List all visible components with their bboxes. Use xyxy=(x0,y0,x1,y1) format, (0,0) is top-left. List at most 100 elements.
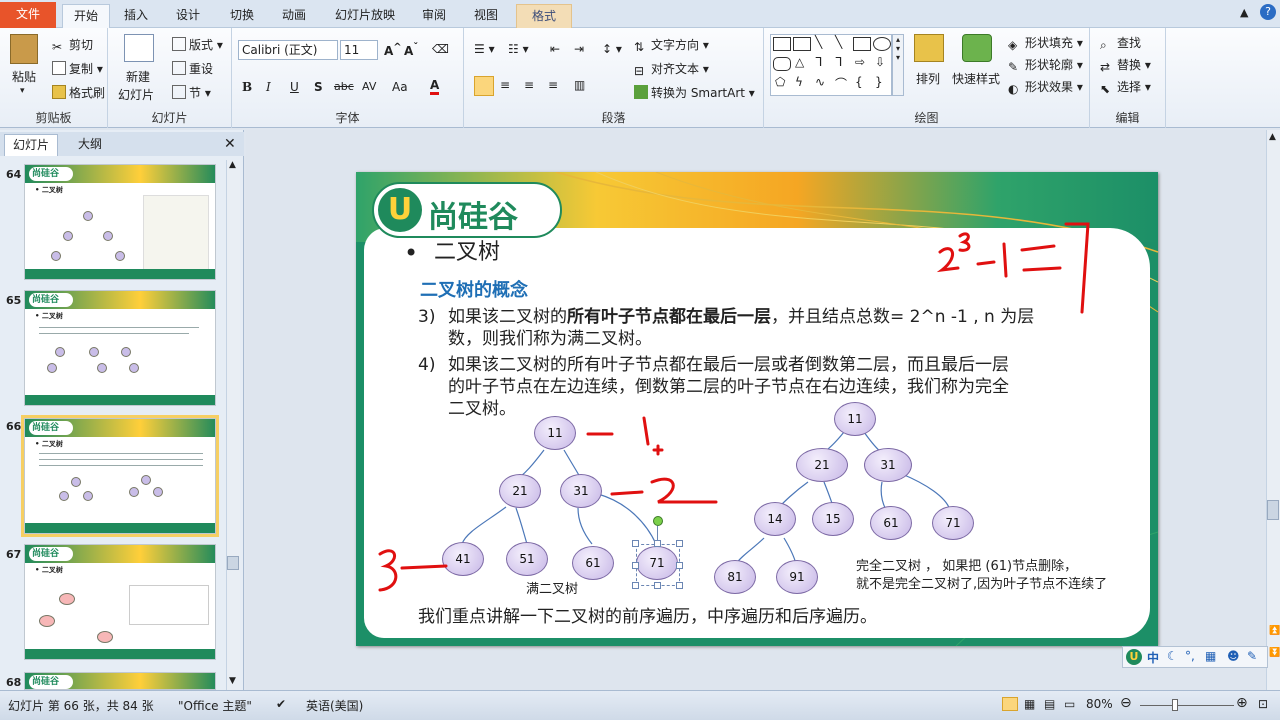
zoom-level[interactable]: 80% xyxy=(1086,697,1113,711)
bold-button[interactable]: B xyxy=(242,80,252,94)
prev-slide-icon[interactable]: ⏫ xyxy=(1269,626,1280,636)
rounded-rect-shape-icon[interactable] xyxy=(773,57,791,71)
slide-thumbnail-68[interactable]: 尚硅谷 xyxy=(24,672,216,690)
char-spacing-button[interactable]: AV xyxy=(362,80,376,93)
zoom-slider-track[interactable] xyxy=(1140,705,1234,706)
zoom-in-icon[interactable]: ⊕ xyxy=(1236,695,1248,711)
oval-shape-icon[interactable] xyxy=(873,37,891,51)
editor-vertical-scrollbar[interactable]: ▲ ⏫ ⏬ xyxy=(1266,130,1280,690)
language-indicator[interactable]: 英语(美国) xyxy=(306,697,363,714)
paste-button[interactable]: 粘贴 xyxy=(12,68,36,85)
shrink-font-icon[interactable]: Aˇ xyxy=(404,42,418,58)
tab-file[interactable]: 文件 xyxy=(0,2,56,28)
grow-font-icon[interactable]: A^ xyxy=(384,42,402,58)
tab-format[interactable]: 格式 xyxy=(516,4,572,28)
arrange-button[interactable]: 排列 xyxy=(916,70,940,87)
paste-dropdown-icon[interactable]: ▾ xyxy=(20,86,25,96)
moon-icon[interactable]: ☾ xyxy=(1167,649,1178,663)
slide-sorter-icon[interactable]: ▦ xyxy=(1024,697,1035,711)
scroll-thumb[interactable] xyxy=(1267,500,1279,520)
font-name-combo[interactable]: Calibri (正文) xyxy=(238,40,338,60)
find-button[interactable]: ⌕ 查找 xyxy=(1100,34,1141,52)
shapes-gallery-scroll[interactable]: ▴ ▾ ▾ xyxy=(892,34,904,96)
scroll-down-icon[interactable]: ▼ xyxy=(229,676,236,686)
ime-toolbar[interactable]: U 中 ☾ °, ▦ ☻ ✎ xyxy=(1122,646,1268,668)
fit-to-window-icon[interactable]: ⊡ xyxy=(1258,697,1268,711)
elbow-connector-icon[interactable]: ᒣ xyxy=(815,55,822,69)
down-arrow-shape-icon[interactable]: ⇩ xyxy=(875,55,885,69)
scroll-up-icon[interactable]: ▲ xyxy=(229,160,236,170)
spellcheck-icon[interactable]: ✔ xyxy=(276,697,286,711)
new-slide-label-2[interactable]: 幻灯片 xyxy=(118,86,154,103)
punctuation-icon[interactable]: °, xyxy=(1185,649,1195,663)
scroll-up-icon[interactable]: ▲ xyxy=(1269,132,1276,142)
justify-icon[interactable]: ≡ xyxy=(548,78,558,92)
scroll-thumb[interactable] xyxy=(227,556,239,570)
copy-button[interactable]: 复制 ▾ xyxy=(52,60,103,77)
underline-button[interactable]: U xyxy=(290,80,299,94)
tab-design[interactable]: 设计 xyxy=(166,4,210,28)
align-center-icon[interactable]: ≡ xyxy=(500,78,510,92)
font-color-button[interactable]: A xyxy=(430,78,440,95)
quick-styles-button[interactable]: 快速样式 xyxy=(952,70,1000,87)
change-case-button[interactable]: Aa xyxy=(392,80,408,94)
columns-icon[interactable]: ▥ xyxy=(574,78,585,92)
italic-button[interactable]: I xyxy=(266,80,271,94)
help-icon[interactable]: ? xyxy=(1260,4,1276,20)
align-left-icon[interactable] xyxy=(474,76,494,96)
line-spacing-icon[interactable]: ↕ ▾ xyxy=(602,42,622,56)
wrench-icon[interactable]: ✎ xyxy=(1247,649,1257,663)
select-button[interactable]: ⬉ 选择 ▾ xyxy=(1100,78,1151,96)
shapes-gallery[interactable]: ╲ ╲ △ ᒣ ᒣ ⇨ ⇩ ⬠ ϟ ∿ ⌒ { } xyxy=(770,34,892,96)
close-pane-icon[interactable]: ✕ xyxy=(224,136,236,152)
zoom-out-icon[interactable]: ⊖ xyxy=(1120,695,1132,711)
slide-canvas[interactable]: U 尚硅谷 • 二叉树 二叉树的概念 3) 如果该二叉树的所有叶子节点都在最后一… xyxy=(356,172,1158,646)
section-button[interactable]: 节 ▾ xyxy=(172,84,211,101)
increase-indent-icon[interactable]: ⇥ xyxy=(574,42,584,56)
tab-view[interactable]: 视图 xyxy=(464,4,508,28)
user-icon[interactable]: ☻ xyxy=(1227,649,1240,663)
minimize-ribbon-icon[interactable]: ▲ xyxy=(1240,6,1248,19)
slideshow-view-icon[interactable]: ▭ xyxy=(1064,697,1075,711)
slide-thumbnail-64[interactable]: 尚硅谷 • 二叉树 xyxy=(24,164,216,280)
strikethrough-button[interactable]: abc xyxy=(334,80,354,93)
pentagon-shape-icon[interactable]: ⬠ xyxy=(775,75,785,89)
new-slide-icon[interactable] xyxy=(124,34,154,62)
tab-transitions[interactable]: 切换 xyxy=(220,4,264,28)
new-slide-label-1[interactable]: 新建 xyxy=(126,68,150,85)
arrange-icon[interactable] xyxy=(914,34,944,62)
theme-name[interactable]: "Office 主题" xyxy=(178,697,252,714)
align-right-icon[interactable]: ≡ xyxy=(524,78,534,92)
tab-insert[interactable]: 插入 xyxy=(114,4,158,28)
slide-thumbnail-66[interactable]: 尚硅谷 • 二叉树 xyxy=(21,415,219,537)
arc-shape-icon[interactable]: ⌒ xyxy=(835,75,847,92)
ime-mode[interactable]: 中 xyxy=(1147,649,1159,666)
slides-pane-scrollbar[interactable]: ▲ ▼ xyxy=(226,160,240,690)
right-arrow-shape-icon[interactable]: ⇨ xyxy=(855,55,865,69)
elbow-arrow-icon[interactable]: ᒣ xyxy=(835,55,842,69)
tab-outline-pane[interactable]: 大纲 xyxy=(70,134,110,156)
line-shape-icon[interactable]: ╲ xyxy=(815,35,822,49)
decrease-indent-icon[interactable]: ⇤ xyxy=(550,42,560,56)
numbering-icon[interactable]: ☷ ▾ xyxy=(508,42,529,56)
tab-home[interactable]: 开始 xyxy=(62,4,110,28)
brace-left-shape-icon[interactable]: { xyxy=(855,75,863,89)
reset-button[interactable]: 重设 xyxy=(172,60,213,77)
vertical-textbox-shape-icon[interactable] xyxy=(793,37,811,51)
slide-thumbnail-67[interactable]: 尚硅谷 • 二叉树 xyxy=(24,544,216,660)
textbox-shape-icon[interactable] xyxy=(773,37,791,51)
tab-slides-pane[interactable]: 幻灯片 xyxy=(4,134,59,156)
keyboard-icon[interactable]: ▦ xyxy=(1205,649,1216,663)
clear-format-icon[interactable]: ⌫ xyxy=(432,42,449,56)
smartart-button[interactable]: 转换为 SmartArt ▾ xyxy=(634,84,755,101)
paste-icon[interactable] xyxy=(10,34,38,64)
zoom-slider-thumb[interactable] xyxy=(1172,699,1178,711)
slide-thumbnail-65[interactable]: 尚硅谷 • 二叉树 xyxy=(24,290,216,406)
replace-button[interactable]: ⇄ 替换 ▾ xyxy=(1100,56,1151,74)
shape-fill-button[interactable]: ◈ 形状填充 ▾ xyxy=(1008,34,1083,52)
tab-review[interactable]: 审阅 xyxy=(412,4,456,28)
tab-animations[interactable]: 动画 xyxy=(272,4,316,28)
font-size-combo[interactable]: 11 xyxy=(340,40,378,60)
triangle-shape-icon[interactable]: △ xyxy=(795,55,804,69)
shadow-button[interactable]: S xyxy=(314,80,323,94)
